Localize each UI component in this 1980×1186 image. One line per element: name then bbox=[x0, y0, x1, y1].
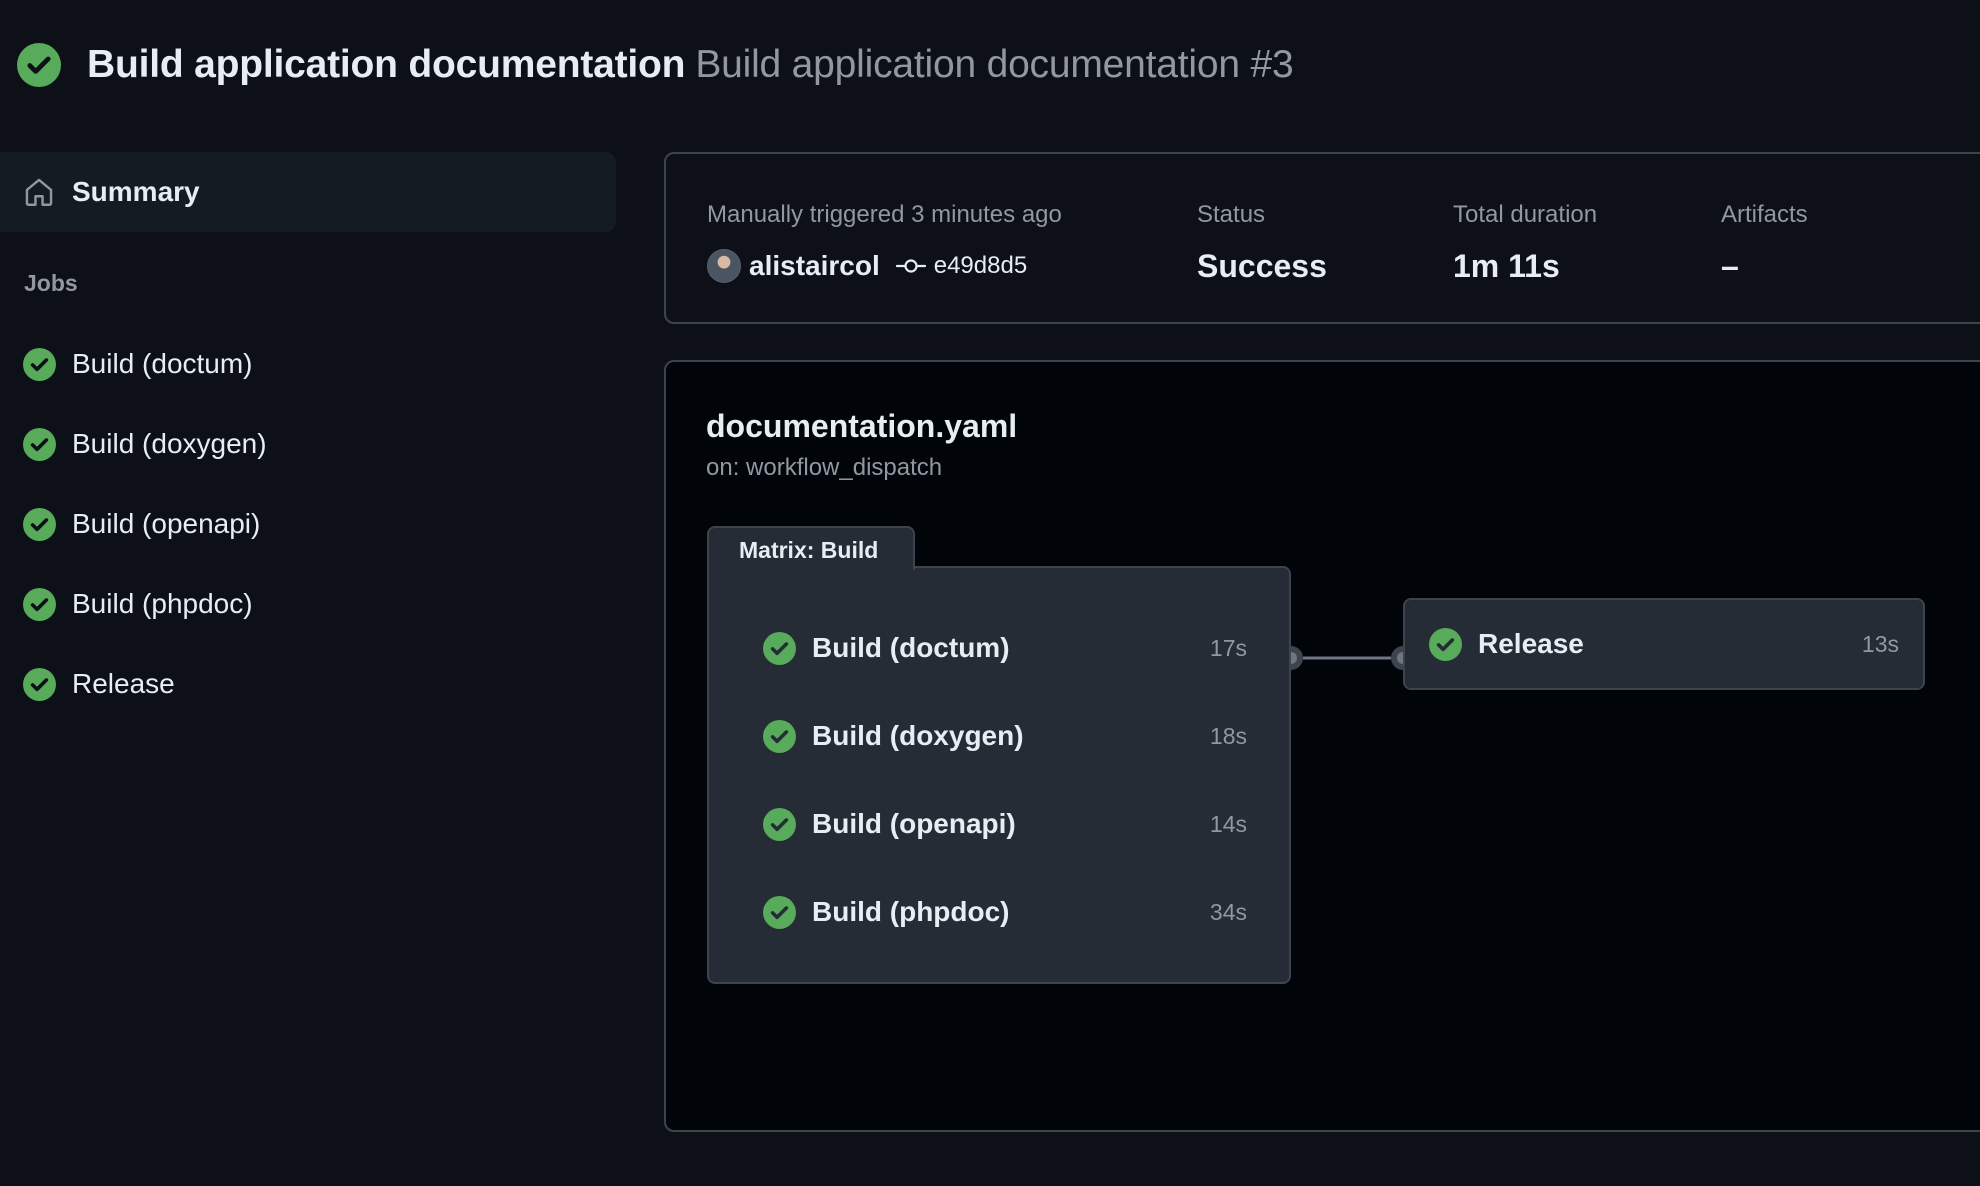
matrix-group: Build (doctum) 17s Build (doxygen) 18s B… bbox=[707, 566, 1291, 984]
status-info: Status Success bbox=[1197, 200, 1327, 286]
job-label: Build (doctum) bbox=[72, 348, 253, 379]
check-circle-icon bbox=[23, 347, 56, 381]
check-circle-icon bbox=[763, 895, 796, 929]
job-label: Build (phpdoc) bbox=[812, 896, 1010, 927]
sidebar-job-build-phpdoc[interactable]: Build (phpdoc) bbox=[0, 564, 616, 644]
artifacts-label: Artifacts bbox=[1721, 201, 1808, 228]
graph-job-build-doxygen[interactable]: Build (doxygen) 18s bbox=[763, 712, 1247, 760]
duration-label: Total duration bbox=[1453, 201, 1598, 228]
actor-link[interactable]: alistaircol bbox=[749, 250, 880, 282]
job-duration: 17s bbox=[1209, 634, 1247, 661]
workflow-file-name[interactable]: documentation.yaml bbox=[706, 408, 1017, 445]
sidebar-job-release[interactable]: Release bbox=[0, 644, 616, 724]
sidebar-job-build-openapi[interactable]: Build (openapi) bbox=[0, 484, 616, 564]
run-header: Build application documentation Build ap… bbox=[17, 38, 1294, 92]
sidebar-job-build-doxygen[interactable]: Build (doxygen) bbox=[0, 404, 616, 484]
sidebar-item-label: Summary bbox=[72, 176, 200, 207]
git-commit-icon bbox=[895, 259, 926, 273]
graph-job-release[interactable]: Release 13s bbox=[1403, 598, 1925, 690]
graph-job-build-phpdoc[interactable]: Build (phpdoc) 34s bbox=[763, 888, 1247, 936]
check-circle-icon bbox=[763, 807, 796, 841]
status-label: Status bbox=[1197, 201, 1266, 228]
commit-sha-link[interactable]: e49d8d5 bbox=[934, 252, 1027, 280]
job-duration: 13s bbox=[1861, 630, 1899, 657]
duration-info: Total duration 1m 11s bbox=[1453, 200, 1597, 286]
run-summary-panel: Manually triggered 3 minutes ago alistai… bbox=[664, 152, 1980, 324]
actor-row: alistaircol e49d8d5 bbox=[707, 246, 1062, 286]
avatar[interactable] bbox=[707, 249, 741, 283]
job-label: Build (doxygen) bbox=[72, 428, 267, 459]
trigger-info: Manually triggered 3 minutes ago alistai… bbox=[707, 200, 1062, 286]
job-duration: 14s bbox=[1209, 810, 1247, 837]
job-label: Release bbox=[72, 668, 175, 699]
graph-job-build-doctum[interactable]: Build (doctum) 17s bbox=[763, 624, 1247, 672]
jobs-heading: Jobs bbox=[24, 270, 78, 296]
check-circle-icon bbox=[763, 631, 796, 665]
job-label: Build (doctum) bbox=[812, 632, 1010, 663]
check-circle-icon bbox=[1429, 627, 1462, 661]
job-duration: 18s bbox=[1209, 722, 1247, 749]
duration-value: 1m 11s bbox=[1453, 248, 1560, 284]
graph-job-build-openapi[interactable]: Build (openapi) 14s bbox=[763, 800, 1247, 848]
check-circle-icon bbox=[23, 427, 56, 461]
check-circle-icon bbox=[17, 43, 61, 87]
workflow-name: Build application documentation bbox=[87, 43, 686, 86]
sidebar-item-summary[interactable]: Summary bbox=[0, 152, 616, 232]
artifacts-info: Artifacts – bbox=[1721, 200, 1808, 286]
job-label: Build (openapi) bbox=[812, 808, 1016, 839]
status-value: Success bbox=[1197, 248, 1327, 284]
check-circle-icon bbox=[23, 587, 56, 621]
job-label: Build (doxygen) bbox=[812, 720, 1024, 751]
trigger-text: Manually triggered 3 minutes ago bbox=[707, 201, 1062, 228]
job-label: Build (phpdoc) bbox=[72, 588, 253, 619]
sidebar-job-build-doctum[interactable]: Build (doctum) bbox=[0, 324, 616, 404]
workflow-graph-panel: documentation.yaml on: workflow_dispatch… bbox=[664, 360, 1980, 1132]
run-title: Build application documentation #3 bbox=[695, 43, 1294, 86]
check-circle-icon bbox=[763, 719, 796, 753]
check-circle-icon bbox=[23, 667, 56, 701]
workflow-trigger: on: workflow_dispatch bbox=[706, 454, 943, 481]
job-duration: 34s bbox=[1209, 898, 1247, 925]
job-list: Build (doctum) Build (doxygen) Build (op… bbox=[0, 324, 616, 724]
matrix-label: Matrix: Build bbox=[707, 526, 915, 570]
job-label: Release bbox=[1478, 628, 1584, 659]
home-icon bbox=[25, 178, 53, 206]
sidebar: Summary Jobs Build (doctum) Build (doxyg… bbox=[0, 152, 616, 724]
job-label: Build (openapi) bbox=[72, 508, 261, 539]
check-circle-icon bbox=[23, 507, 56, 541]
artifacts-value: – bbox=[1721, 248, 1739, 284]
